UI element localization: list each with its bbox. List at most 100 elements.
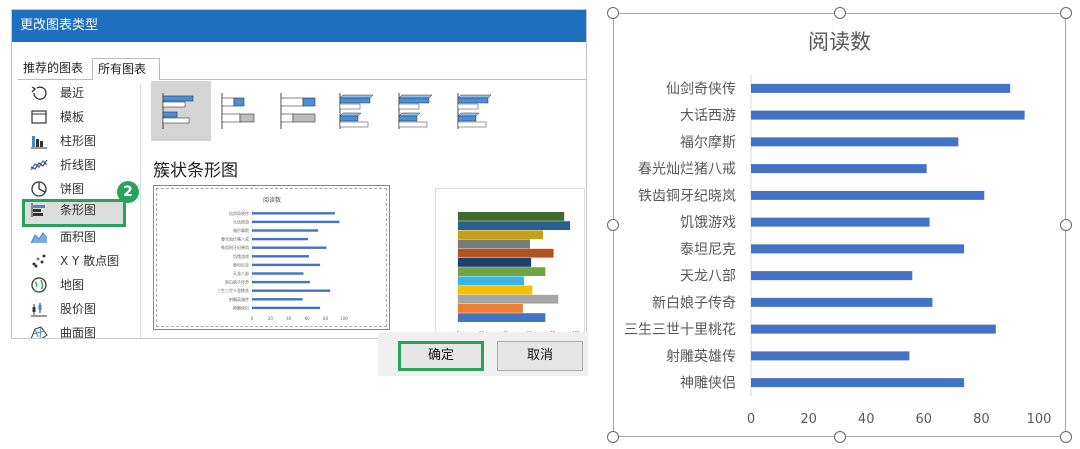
pie-chart-icon (30, 181, 48, 197)
category-label: 地图 (60, 278, 85, 292)
tick-label: 60 (916, 412, 933, 427)
step-badge: 2 (117, 181, 139, 203)
preview-tick-label: 20 (268, 316, 274, 321)
preview-bar (252, 306, 321, 310)
chart-preview-clustered-bar[interactable]: 阅读数 仙剑奇侠传 大话西游 福尔摩斯 春光灿烂猪八戒 铁齿铜牙纪晓岚 饥饿游戏 泰坦尼克 天龙… (153, 185, 390, 330)
preview-category-label: 春光灿烂猪八戒 (221, 236, 249, 242)
line-chart-icon (30, 157, 48, 173)
tab-recommended-charts[interactable]: 推荐的图表 (18, 58, 92, 80)
preview-series-bar (458, 230, 543, 240)
category-item-surface-chart[interactable]: 曲面图 (22, 322, 140, 339)
category-item-area-chart[interactable]: 面积图 (22, 226, 140, 248)
subtype-3d-stacked-bar[interactable] (387, 81, 447, 141)
bar-9[interactable] (751, 324, 996, 334)
preview-chart-graphic: 020406080100 (457, 210, 580, 335)
preview-category-label: 仙剑奇侠传 (229, 210, 249, 216)
resize-handle[interactable] (607, 431, 619, 443)
bar-5[interactable] (751, 217, 930, 227)
bar-subtype-icon (457, 93, 492, 129)
cancel-button[interactable]: 取消 (497, 341, 583, 371)
subtype-100-stacked-bar[interactable] (269, 81, 329, 141)
category-item-column-chart[interactable]: 柱形图 (22, 130, 140, 152)
category-item-recent[interactable]: 最近 (22, 82, 140, 104)
map-chart-icon (30, 277, 48, 293)
tick-label: 20 (800, 412, 817, 427)
bar-subtype-icon (221, 93, 255, 129)
bar-chart-icon (30, 202, 48, 218)
preview-bar (252, 237, 309, 241)
category-item-template[interactable]: 模板 (22, 106, 140, 128)
preview-series-bar (458, 248, 554, 258)
preview-tick-label: 40 (286, 316, 292, 321)
tick-label: 100 (1027, 412, 1052, 427)
category-item-scatter-chart[interactable]: X Y 散点图 (22, 250, 140, 272)
category-label: 模板 (60, 110, 85, 124)
category-item-line-chart[interactable]: 折线图 (22, 154, 140, 176)
scatter-chart-icon (30, 253, 48, 269)
bar-6[interactable] (751, 244, 965, 254)
bar-11[interactable] (751, 378, 965, 388)
bar-10[interactable] (751, 351, 910, 361)
category-label: 三生三世十里桃花 (624, 322, 736, 338)
column-chart-icon (30, 133, 48, 149)
dialog-title: 更改图表类型 (12, 10, 586, 42)
bar-7[interactable] (751, 271, 913, 281)
preview-category-label: 饥饿游戏 (233, 253, 249, 259)
bar-1[interactable] (751, 110, 1025, 120)
resize-handle[interactable] (1060, 7, 1072, 19)
preview-category-label: 新白娘子传奇 (225, 279, 249, 285)
preview-series-bar (458, 221, 571, 230)
bar-subtype-icon (398, 93, 433, 129)
preview-category-label: 射雕英雄传 (229, 296, 249, 302)
ok-button[interactable]: 确定 (398, 341, 484, 371)
bar-2[interactable] (751, 137, 959, 147)
preview-series-bar (458, 276, 525, 286)
preview-series-bar (458, 285, 533, 295)
preview-series-bar (458, 212, 565, 221)
category-item-stock-chart[interactable]: 股价图 (22, 298, 140, 320)
resize-handle[interactable] (834, 431, 846, 443)
category-label: 饼图 (60, 182, 85, 196)
resize-handle[interactable] (607, 219, 619, 231)
category-item-map-chart[interactable]: 地图 (22, 274, 140, 296)
preview-bar (252, 272, 304, 275)
bar-subtype-icon (162, 93, 194, 129)
tab-divider (160, 79, 586, 80)
resize-handle[interactable] (834, 7, 846, 19)
preview-series-bar (458, 294, 559, 304)
tab-all-charts[interactable]: 所有图表 (92, 58, 160, 80)
category-label: 折线图 (60, 158, 97, 172)
bar-3[interactable] (751, 164, 927, 174)
subtype-3d-100-stacked-bar[interactable] (446, 81, 506, 141)
bar-4[interactable] (751, 190, 985, 200)
subtype-3d-clustered-bar[interactable] (328, 81, 388, 141)
bar-chart: 仙剑奇侠传大话西游福尔摩斯春光灿烂猪八戒铁齿铜牙纪晓岚饥饿游戏泰坦尼克天龙八部新… (624, 75, 1052, 427)
category-label: 天龙八部 (680, 269, 736, 285)
category-divider (140, 84, 141, 338)
bar-subtype-icon (280, 93, 316, 129)
category-label: 神雕侠侣 (680, 376, 736, 392)
resize-handle[interactable] (1060, 219, 1072, 231)
tick-label: 80 (973, 412, 990, 427)
category-label: 条形图 (60, 203, 97, 217)
category-label: 柱形图 (60, 134, 97, 148)
preview-series-bar (458, 239, 530, 249)
category-label: 面积图 (60, 230, 97, 244)
preview-category-label: 三生三世十里桃花 (217, 287, 249, 293)
category-label: 饥饿游戏 (680, 215, 736, 231)
category-label: 曲面图 (60, 326, 97, 339)
bar-0[interactable] (751, 83, 1011, 93)
category-item-bar-chart[interactable]: 条形图 (22, 199, 126, 227)
category-label: 射雕英雄传 (666, 348, 736, 365)
chart-preview-series-bar[interactable]: 020406080100 (435, 188, 585, 338)
preview-tick-label: 0 (251, 316, 254, 321)
category-label: 仙剑奇侠传 (666, 80, 736, 97)
bar-8[interactable] (751, 297, 933, 307)
preview-category-label: 天龙八部 (233, 270, 249, 276)
preview-tick-label: 80 (323, 316, 329, 321)
category-label: 春光灿烂猪八戒 (638, 162, 736, 178)
subtype-clustered-bar[interactable] (151, 81, 211, 141)
resize-handle[interactable] (607, 7, 619, 19)
subtype-stacked-bar[interactable] (210, 81, 270, 141)
resize-handle[interactable] (1060, 431, 1072, 443)
